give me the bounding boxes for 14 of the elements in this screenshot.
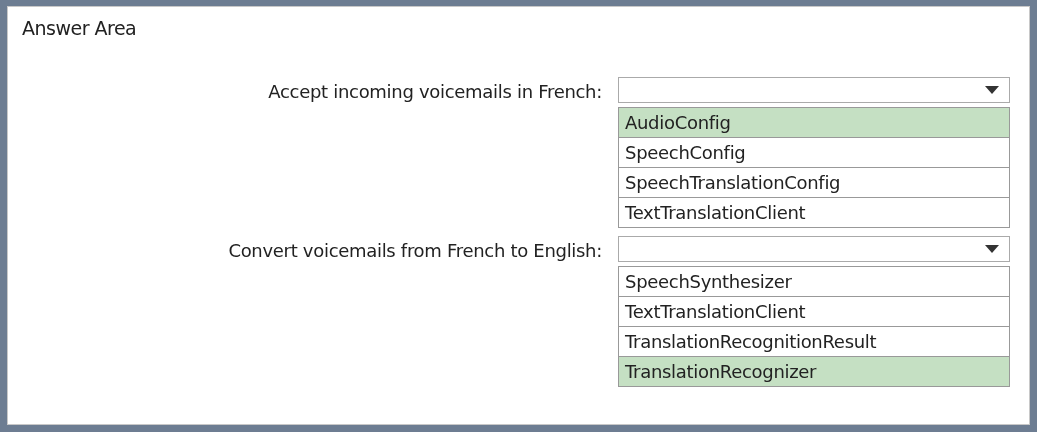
dropdown[interactable] (618, 77, 1010, 103)
answer-option[interactable]: SpeechTranslationConfig (619, 167, 1009, 197)
answer-option[interactable]: SpeechConfig (619, 137, 1009, 167)
caret-icon (985, 86, 999, 94)
caret-icon (985, 245, 999, 253)
answer-area-title: Answer Area (22, 17, 138, 41)
answer-option[interactable]: SpeechSynthesizer (619, 267, 1009, 296)
answer-option[interactable]: TextTranslationClient (619, 197, 1009, 227)
question-label: Convert voicemails from French to English: (227, 239, 602, 261)
answer-option[interactable]: TextTranslationClient (619, 296, 1009, 326)
answer-option[interactable]: AudioConfig (619, 108, 1009, 137)
question-label: Accept incoming voicemails in French: (267, 80, 602, 102)
answer-option[interactable]: TranslationRecognizer (619, 356, 1009, 386)
dropdown[interactable] (618, 236, 1010, 262)
